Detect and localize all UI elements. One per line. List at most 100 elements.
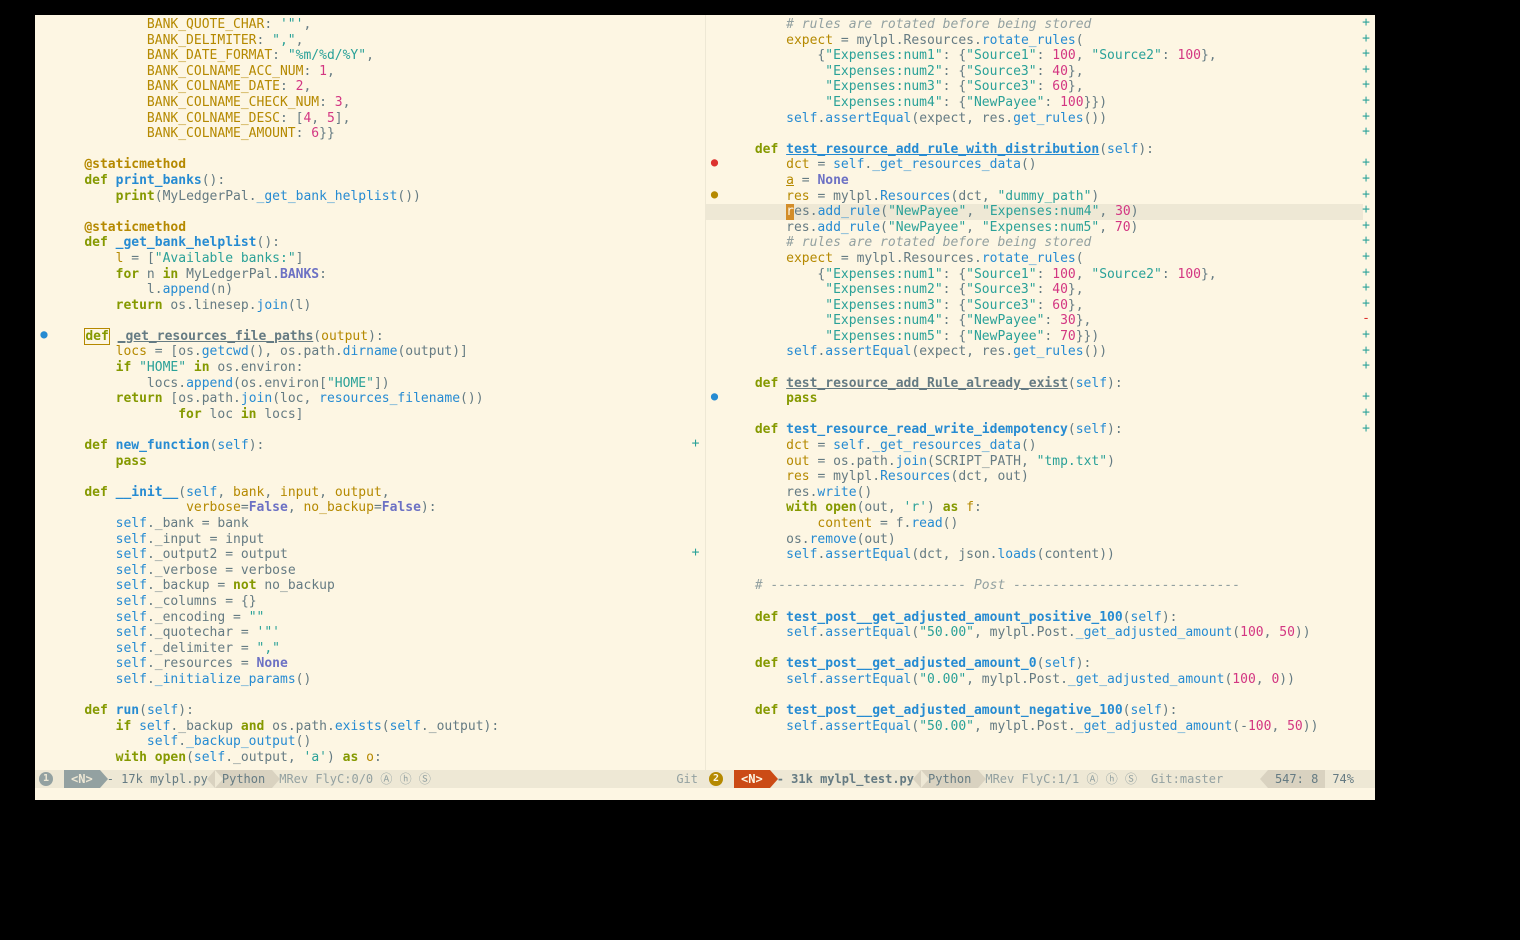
code-line[interactable]: "Expenses:num4": {"NewPayee": 100}}) bbox=[724, 95, 1376, 111]
code-line[interactable]: BANK_COLNAME_DATE: 2, bbox=[53, 79, 705, 95]
code-line[interactable]: pass bbox=[53, 454, 705, 470]
major-mode-left[interactable]: Python bbox=[215, 770, 272, 788]
code-line[interactable]: self._output2 = output bbox=[53, 547, 705, 563]
code-line[interactable]: self.assertEqual(expect, res.get_rules()… bbox=[724, 111, 1376, 127]
code-line[interactable]: locs.append(os.environ["HOME"]) bbox=[53, 376, 705, 392]
code-line[interactable]: self._delimiter = "," bbox=[53, 641, 705, 657]
code-line[interactable]: return os.linesep.join(l) bbox=[53, 298, 705, 314]
code-line[interactable]: self._backup_output() bbox=[53, 734, 705, 750]
code-line[interactable]: def run(self): bbox=[53, 703, 705, 719]
code-line[interactable]: self.assertEqual(expect, res.get_rules()… bbox=[724, 344, 1376, 360]
code-line[interactable]: l.append(n) bbox=[53, 282, 705, 298]
code-line[interactable] bbox=[724, 688, 1376, 704]
code-line[interactable]: if "HOME" in os.environ: bbox=[53, 360, 705, 376]
code-line[interactable]: self.assertEqual("0.00", mylpl.Post._get… bbox=[724, 672, 1376, 688]
code-line[interactable]: self._input = input bbox=[53, 532, 705, 548]
code-line[interactable]: res.add_rule("NewPayee", "Expenses:num4"… bbox=[724, 204, 1376, 220]
code-line[interactable]: self._resources = None bbox=[53, 656, 705, 672]
code-line[interactable]: print(MyLedgerPal._get_bank_helplist()) bbox=[53, 189, 705, 205]
code-line[interactable]: self._quotechar = '"' bbox=[53, 625, 705, 641]
code-line[interactable] bbox=[724, 641, 1376, 657]
code-line[interactable]: pass bbox=[724, 391, 1376, 407]
code-line[interactable]: self.assertEqual(dct, json.loads(content… bbox=[724, 547, 1376, 563]
code-line[interactable]: @staticmethod bbox=[53, 220, 705, 236]
code-line[interactable]: def _get_bank_helplist(): bbox=[53, 235, 705, 251]
code-line[interactable]: # rules are rotated before being stored bbox=[724, 17, 1376, 33]
code-line[interactable]: def test_post__get_adjusted_amount_0(sel… bbox=[724, 656, 1376, 672]
code-line[interactable]: {"Expenses:num1": {"Source1": 100, "Sour… bbox=[724, 48, 1376, 64]
code-line[interactable]: def print_banks(): bbox=[53, 173, 705, 189]
code-line[interactable]: "Expenses:num2": {"Source3": 40}, bbox=[724, 282, 1376, 298]
code-line[interactable] bbox=[53, 469, 705, 485]
code-line[interactable]: {"Expenses:num1": {"Source1": 100, "Sour… bbox=[724, 267, 1376, 283]
code-line[interactable]: self.assertEqual("50.00", mylpl.Post._ge… bbox=[724, 719, 1376, 735]
code-line[interactable]: @staticmethod bbox=[53, 157, 705, 173]
code-line[interactable]: "Expenses:num5": {"NewPayee": 70}}) bbox=[724, 329, 1376, 345]
code-line[interactable]: BANK_DELIMITER: ",", bbox=[53, 33, 705, 49]
code-line[interactable] bbox=[53, 688, 705, 704]
code-line[interactable]: "Expenses:num3": {"Source3": 60}, bbox=[724, 298, 1376, 314]
code-line[interactable]: BANK_DATE_FORMAT: "%m/%d/%Y", bbox=[53, 48, 705, 64]
code-line[interactable]: locs = [os.getcwd(), os.path.dirname(out… bbox=[53, 344, 705, 360]
code-line[interactable]: with open(self._output, 'a') as o: bbox=[53, 750, 705, 766]
code-line[interactable]: self._verbose = verbose bbox=[53, 563, 705, 579]
code-line[interactable] bbox=[724, 563, 1376, 579]
code-line[interactable]: a = None bbox=[724, 173, 1376, 189]
code-line[interactable]: self._bank = bank bbox=[53, 516, 705, 532]
code-line[interactable]: BANK_COLNAME_ACC_NUM: 1, bbox=[53, 64, 705, 80]
code-line[interactable]: "Expenses:num4": {"NewPayee": 30}, bbox=[724, 313, 1376, 329]
code-line[interactable]: self._columns = {} bbox=[53, 594, 705, 610]
code-line[interactable]: expect = mylpl.Resources.rotate_rules( bbox=[724, 251, 1376, 267]
code-line[interactable]: l = ["Available banks:"] bbox=[53, 251, 705, 267]
code-line[interactable]: def __init__(self, bank, input, output, bbox=[53, 485, 705, 501]
code-line[interactable]: # rules are rotated before being stored bbox=[724, 235, 1376, 251]
code-line[interactable]: # ------------------------- Post -------… bbox=[724, 578, 1376, 594]
code-line[interactable]: self._backup = not no_backup bbox=[53, 578, 705, 594]
code-line[interactable]: return [os.path.join(loc, resources_file… bbox=[53, 391, 705, 407]
major-mode-right[interactable]: Python bbox=[921, 770, 978, 788]
code-line[interactable]: self._encoding = "" bbox=[53, 610, 705, 626]
code-line[interactable]: dct = self._get_resources_data() bbox=[724, 157, 1376, 173]
code-line[interactable]: expect = mylpl.Resources.rotate_rules( bbox=[724, 33, 1376, 49]
code-line[interactable]: BANK_QUOTE_CHAR: '"', bbox=[53, 17, 705, 33]
buffer-name-right[interactable]: - 31k mylpl_test.py bbox=[770, 770, 921, 788]
code-line[interactable]: self._initialize_params() bbox=[53, 672, 705, 688]
code-line[interactable] bbox=[724, 594, 1376, 610]
code-line[interactable]: def new_function(self): bbox=[53, 438, 705, 454]
code-line[interactable]: res = mylpl.Resources(dct, "dummy_path") bbox=[724, 189, 1376, 205]
code-line[interactable]: if self._backup and os.path.exists(self.… bbox=[53, 719, 705, 735]
code-line[interactable]: res = mylpl.Resources(dct, out) bbox=[724, 469, 1376, 485]
code-line[interactable]: out = os.path.join(SCRIPT_PATH, "tmp.txt… bbox=[724, 454, 1376, 470]
modeline-right[interactable]: 2 <N> - 31k mylpl_test.py Python MRev Fl… bbox=[705, 770, 1375, 788]
code-line[interactable]: content = f.read() bbox=[724, 516, 1376, 532]
code-line[interactable]: "Expenses:num3": {"Source3": 60}, bbox=[724, 79, 1376, 95]
code-line[interactable]: res.write() bbox=[724, 485, 1376, 501]
code-line[interactable]: def _get_resources_file_paths(output): bbox=[53, 329, 705, 345]
code-line[interactable] bbox=[53, 204, 705, 220]
code-line[interactable] bbox=[724, 407, 1376, 423]
code-line[interactable]: def test_resource_read_write_idempotency… bbox=[724, 422, 1376, 438]
echo-area[interactable] bbox=[35, 788, 1375, 800]
code-line[interactable]: def test_resource_add_Rule_already_exist… bbox=[724, 376, 1376, 392]
code-line[interactable]: self.assertEqual("50.00", mylpl.Post._ge… bbox=[724, 625, 1376, 641]
code-line[interactable] bbox=[724, 360, 1376, 376]
code-line[interactable]: BANK_COLNAME_CHECK_NUM: 3, bbox=[53, 95, 705, 111]
buffer-name-left[interactable]: - 17k mylpl.py bbox=[100, 770, 215, 788]
code-line[interactable]: def test_resource_add_rule_with_distribu… bbox=[724, 142, 1376, 158]
code-line[interactable] bbox=[53, 142, 705, 158]
code-line[interactable]: def test_post__get_adjusted_amount_negat… bbox=[724, 703, 1376, 719]
code-line[interactable]: verbose=False, no_backup=False): bbox=[53, 500, 705, 516]
code-line[interactable]: def test_post__get_adjusted_amount_posit… bbox=[724, 610, 1376, 626]
code-line[interactable]: BANK_COLNAME_AMOUNT: 6}} bbox=[53, 126, 705, 142]
right-code[interactable]: # rules are rotated before being stored … bbox=[724, 15, 1376, 734]
code-line[interactable]: "Expenses:num2": {"Source3": 40}, bbox=[724, 64, 1376, 80]
code-line[interactable]: for loc in locs] bbox=[53, 407, 705, 423]
code-line[interactable] bbox=[53, 313, 705, 329]
left-pane[interactable]: ● BANK_QUOTE_CHAR: '"', BANK_DELIMITER: … bbox=[35, 15, 706, 800]
left-code[interactable]: BANK_QUOTE_CHAR: '"', BANK_DELIMITER: ",… bbox=[53, 15, 705, 766]
code-line[interactable]: dct = self._get_resources_data() bbox=[724, 438, 1376, 454]
right-pane[interactable]: ●●● # rules are rotated before being sto… bbox=[706, 15, 1376, 800]
code-line[interactable]: with open(out, 'r') as f: bbox=[724, 500, 1376, 516]
code-line[interactable]: BANK_COLNAME_DESC: [4, 5], bbox=[53, 111, 705, 127]
code-line[interactable] bbox=[724, 126, 1376, 142]
